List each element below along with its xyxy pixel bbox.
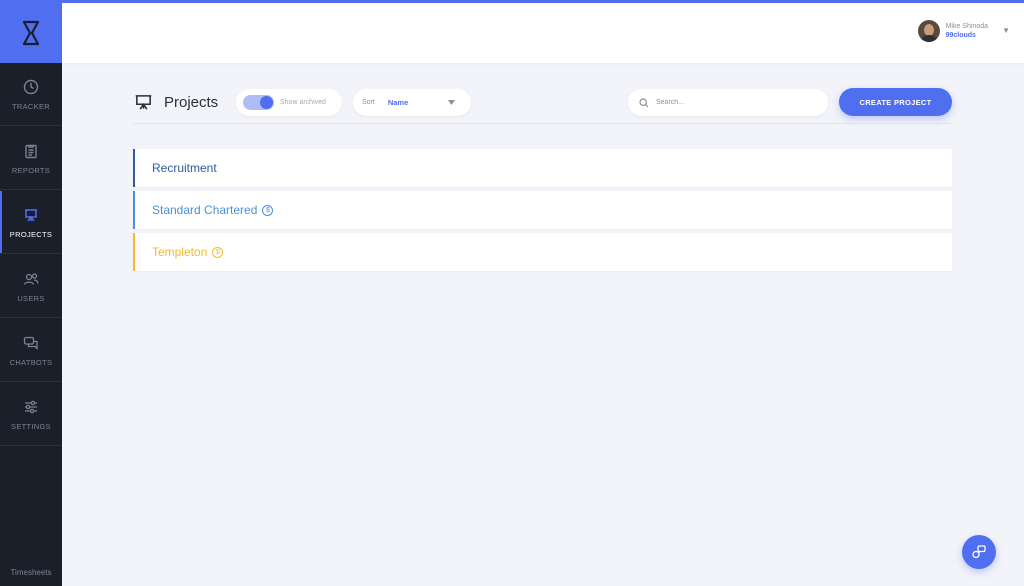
sort-label: Sort bbox=[362, 99, 375, 106]
project-row-recruitment[interactable]: Recruitment bbox=[133, 149, 952, 187]
user-name: Mike Shinoda bbox=[945, 22, 988, 30]
sidebar: TRACKER REPORTS PROJECTS USERS CHATBOTS … bbox=[0, 0, 62, 586]
users-icon bbox=[23, 272, 39, 285]
dollar-icon: $ bbox=[212, 246, 224, 258]
sidebar-item-tracker[interactable]: TRACKER bbox=[0, 63, 62, 126]
top-accent-line bbox=[0, 0, 1024, 3]
top-header: Mike Shinoda 99clouds ▼ bbox=[62, 3, 1024, 63]
search-icon bbox=[639, 97, 649, 107]
sidebar-item-settings[interactable]: SETTINGS bbox=[0, 383, 62, 446]
sort-dropdown[interactable]: Sort Name bbox=[353, 89, 471, 116]
sidebar-item-label: TRACKER bbox=[12, 101, 50, 111]
project-name[interactable]: Templeton bbox=[152, 245, 207, 259]
page-title-group: Projects bbox=[133, 92, 218, 112]
sidebar-item-projects[interactable]: PROJECTS bbox=[0, 191, 62, 254]
project-name[interactable]: Recruitment bbox=[152, 161, 217, 175]
chat-icon bbox=[23, 336, 38, 350]
sidebar-item-label: REPORTS bbox=[11, 165, 51, 175]
support-chat-button[interactable] bbox=[962, 535, 996, 569]
show-archived-toggle[interactable]: Show archived bbox=[236, 89, 342, 116]
caret-down-icon[interactable] bbox=[447, 100, 455, 105]
project-color-bar bbox=[133, 233, 135, 271]
brand-footer: Timesheets bbox=[10, 568, 52, 577]
project-list: Recruitment Standard Chartered $ Templet… bbox=[133, 149, 952, 275]
sidebar-item-label: PROJECTS bbox=[9, 229, 53, 239]
project-row-standard-chartered[interactable]: Standard Chartered $ bbox=[133, 191, 952, 229]
search-box[interactable] bbox=[628, 89, 828, 116]
sidebar-item-chatbots[interactable]: CHATBOTS bbox=[0, 319, 62, 382]
project-row-templeton[interactable]: Templeton $ bbox=[133, 233, 952, 271]
toggle-label: Show archived bbox=[280, 99, 326, 106]
sidebar-item-label: CHATBOTS bbox=[9, 357, 53, 367]
toggle-switch[interactable] bbox=[243, 95, 274, 110]
clock-icon bbox=[23, 79, 39, 94]
sidebar-item-label: SETTINGS bbox=[11, 421, 51, 431]
user-organization: 99clouds bbox=[945, 31, 976, 39]
user-menu[interactable]: Mike Shinoda 99clouds ▼ bbox=[917, 20, 1010, 42]
clipboard-icon bbox=[25, 144, 37, 158]
create-project-button[interactable]: CREATE PROJECT bbox=[839, 88, 952, 116]
dollar-icon: $ bbox=[262, 204, 274, 216]
project-color-bar bbox=[133, 149, 135, 187]
easel-icon bbox=[25, 208, 37, 221]
page-title: Projects bbox=[164, 93, 219, 111]
hourglass-icon bbox=[22, 20, 40, 46]
app-logo[interactable] bbox=[0, 3, 62, 63]
sidebar-item-reports[interactable]: REPORTS bbox=[0, 127, 62, 190]
user-info: Mike Shinoda 99clouds bbox=[946, 22, 988, 41]
avatar bbox=[917, 20, 940, 42]
sidebar-item-users[interactable]: USERS bbox=[0, 255, 62, 318]
project-color-bar bbox=[133, 191, 135, 229]
chat-bubbles-icon bbox=[972, 545, 986, 559]
sort-value[interactable]: Name bbox=[388, 98, 444, 107]
project-name[interactable]: Standard Chartered bbox=[152, 203, 257, 217]
toolbar-divider bbox=[133, 123, 952, 124]
chevron-down-icon[interactable]: ▼ bbox=[1002, 26, 1010, 35]
sidebar-item-label: USERS bbox=[17, 293, 45, 303]
easel-icon bbox=[135, 95, 152, 110]
sliders-icon bbox=[25, 400, 37, 413]
search-input[interactable] bbox=[656, 99, 816, 106]
